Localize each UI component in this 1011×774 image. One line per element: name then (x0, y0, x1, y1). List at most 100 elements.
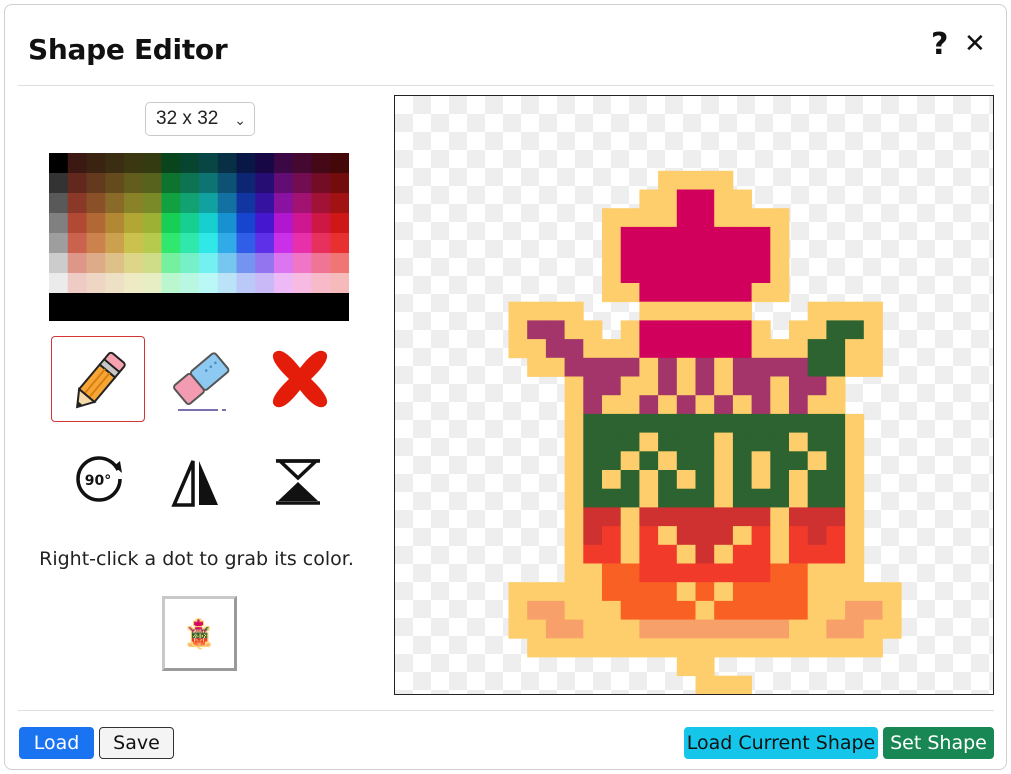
pixel[interactable] (714, 226, 734, 246)
pixel[interactable] (826, 376, 846, 396)
pixel[interactable] (583, 638, 603, 658)
pixel[interactable] (658, 451, 678, 471)
palette-swatch[interactable] (142, 233, 162, 254)
pixel[interactable] (639, 301, 659, 321)
pixel[interactable] (732, 526, 752, 546)
pixel[interactable] (676, 563, 696, 583)
pixel[interactable] (732, 451, 752, 471)
set-shape-button[interactable]: Set Shape (883, 727, 994, 759)
pixel[interactable] (583, 451, 603, 471)
pixel[interactable] (770, 544, 790, 564)
pixel[interactable] (620, 320, 640, 340)
pixel[interactable] (845, 301, 865, 321)
pixel[interactable] (676, 357, 696, 377)
pixel[interactable] (714, 357, 734, 377)
pixel[interactable] (789, 357, 809, 377)
pixel[interactable] (583, 582, 603, 602)
pixel[interactable] (527, 357, 547, 377)
pixel[interactable] (620, 226, 640, 246)
pixel[interactable] (620, 264, 640, 284)
palette-swatch[interactable] (86, 193, 106, 214)
palette-swatch[interactable] (311, 273, 331, 294)
pixel[interactable] (583, 544, 603, 564)
pixel[interactable] (620, 376, 640, 396)
pixel[interactable] (789, 395, 809, 415)
pixel[interactable] (695, 582, 715, 602)
pixel[interactable] (639, 320, 659, 340)
pixel[interactable] (695, 376, 715, 396)
pixel[interactable] (658, 432, 678, 452)
pixel[interactable] (639, 600, 659, 620)
pixel[interactable] (676, 451, 696, 471)
palette-swatch[interactable] (105, 173, 125, 194)
pixel[interactable] (508, 619, 528, 639)
pixel[interactable] (602, 600, 622, 620)
palette-swatch[interactable] (236, 153, 256, 174)
pixel[interactable] (751, 544, 771, 564)
pixel[interactable] (602, 488, 622, 508)
pixel[interactable] (807, 357, 827, 377)
pixel[interactable] (658, 245, 678, 265)
pixel[interactable] (807, 413, 827, 433)
pixel[interactable] (658, 544, 678, 564)
pixel[interactable] (602, 245, 622, 265)
pixel[interactable] (695, 507, 715, 527)
pixel[interactable] (602, 451, 622, 471)
pixel[interactable] (732, 301, 752, 321)
pixel[interactable] (751, 488, 771, 508)
palette-swatch[interactable] (199, 233, 219, 254)
pixel[interactable] (751, 638, 771, 658)
pixel[interactable] (658, 600, 678, 620)
pixel[interactable] (770, 376, 790, 396)
palette-swatch[interactable] (217, 193, 237, 214)
pixel[interactable] (639, 413, 659, 433)
close-icon[interactable]: ✕ (964, 29, 986, 59)
pixel[interactable] (789, 600, 809, 620)
palette-swatch[interactable] (86, 153, 106, 174)
palette-swatch[interactable] (199, 153, 219, 174)
pixel[interactable] (639, 283, 659, 303)
palette-swatch[interactable] (311, 153, 331, 174)
palette-swatch[interactable] (199, 253, 219, 274)
palette-swatch[interactable] (236, 213, 256, 234)
pixel[interactable] (583, 339, 603, 359)
palette-swatch[interactable] (274, 273, 294, 294)
palette-swatch[interactable] (142, 173, 162, 194)
pixel[interactable] (751, 619, 771, 639)
palette-swatch[interactable] (142, 253, 162, 274)
pixel[interactable] (658, 488, 678, 508)
palette-swatch[interactable] (67, 213, 87, 234)
pixel[interactable] (751, 451, 771, 471)
pixel[interactable] (845, 526, 865, 546)
palette-swatch[interactable] (180, 233, 200, 254)
palette-swatch[interactable] (274, 213, 294, 234)
pixel[interactable] (789, 432, 809, 452)
pixel[interactable] (620, 395, 640, 415)
pixel[interactable] (770, 451, 790, 471)
pixel[interactable] (676, 600, 696, 620)
pixel[interactable] (826, 544, 846, 564)
pixel[interactable] (695, 264, 715, 284)
pixel[interactable] (658, 320, 678, 340)
pixel[interactable] (639, 339, 659, 359)
pixel[interactable] (845, 582, 865, 602)
pixel[interactable] (789, 339, 809, 359)
pixel[interactable] (826, 339, 846, 359)
pixel[interactable] (714, 245, 734, 265)
pixel[interactable] (826, 301, 846, 321)
pixel[interactable] (714, 507, 734, 527)
pixel[interactable] (863, 357, 883, 377)
pixel[interactable] (602, 413, 622, 433)
pixel[interactable] (770, 582, 790, 602)
palette-swatch[interactable] (49, 193, 69, 214)
pixel[interactable] (676, 638, 696, 658)
pixel[interactable] (751, 413, 771, 433)
color-palette[interactable] (49, 153, 349, 321)
pixel[interactable] (789, 563, 809, 583)
pixel[interactable] (882, 619, 902, 639)
pixel[interactable] (658, 638, 678, 658)
pixel[interactable] (620, 488, 640, 508)
palette-swatch[interactable] (180, 193, 200, 214)
pixel[interactable] (751, 283, 771, 303)
palette-swatch[interactable] (142, 193, 162, 214)
